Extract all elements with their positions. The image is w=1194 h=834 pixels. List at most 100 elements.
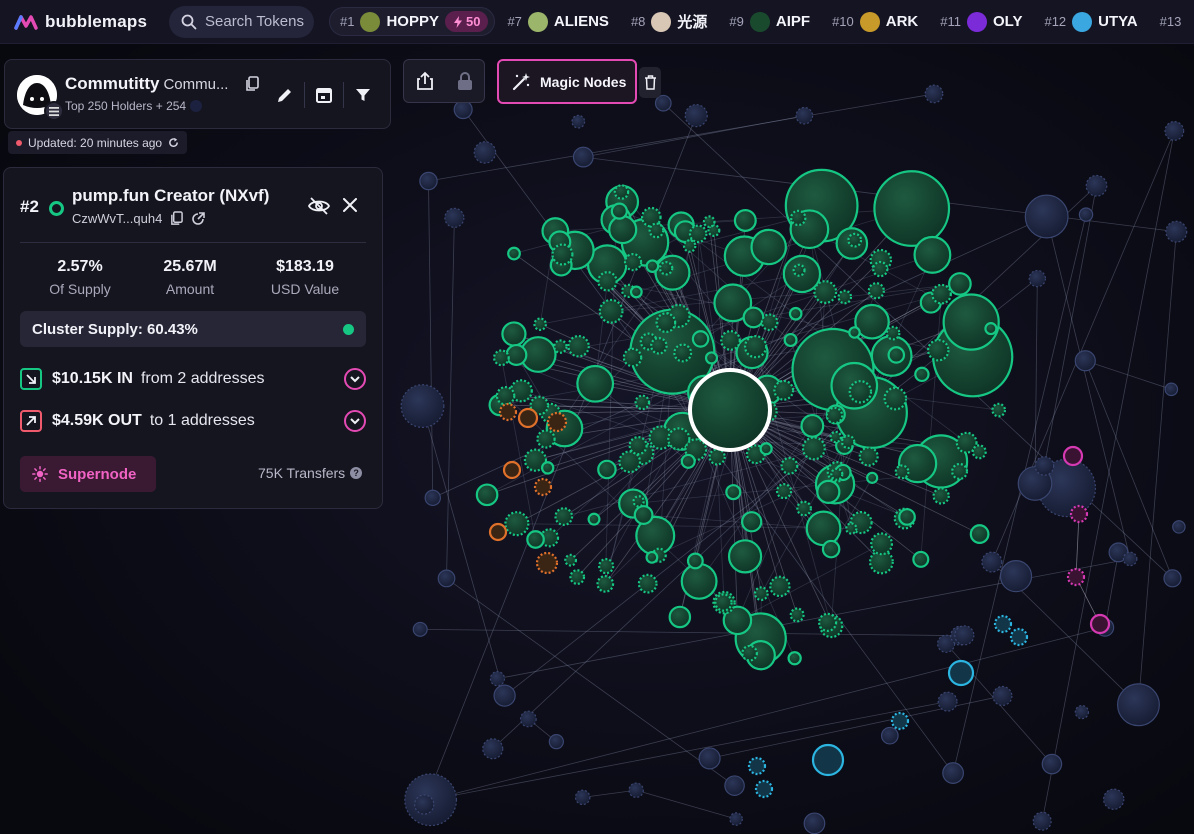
holder-bubble[interactable] bbox=[924, 84, 944, 104]
holder-bubble[interactable] bbox=[773, 379, 795, 401]
holder-bubble[interactable] bbox=[419, 171, 438, 191]
holder-bubble[interactable] bbox=[743, 335, 768, 359]
holder-bubble[interactable] bbox=[1041, 753, 1063, 775]
holder-bubble[interactable] bbox=[753, 586, 769, 602]
holder-bubble[interactable] bbox=[984, 322, 998, 336]
holder-bubble[interactable] bbox=[971, 444, 987, 460]
holder-bubble[interactable] bbox=[733, 208, 757, 232]
holder-bubble[interactable] bbox=[866, 471, 879, 484]
holder-bubble[interactable] bbox=[993, 614, 1013, 634]
holder-bubble[interactable] bbox=[414, 794, 435, 815]
holder-bubble[interactable] bbox=[492, 349, 510, 367]
holder-bubble[interactable] bbox=[637, 573, 658, 594]
holder-bubble[interactable] bbox=[1062, 445, 1084, 467]
holder-bubble[interactable] bbox=[567, 334, 590, 358]
holder-bubble[interactable] bbox=[1028, 269, 1047, 288]
holder-bubble[interactable] bbox=[759, 442, 773, 456]
holder-bubble[interactable] bbox=[913, 235, 952, 274]
ticker-item-aipf[interactable]: #9 AIPF bbox=[729, 11, 810, 32]
holder-bubble[interactable] bbox=[546, 411, 568, 433]
holder-bubble[interactable] bbox=[769, 575, 791, 598]
holder-bubble[interactable] bbox=[829, 430, 842, 444]
holder-bubble[interactable] bbox=[553, 339, 568, 354]
holder-bubble[interactable] bbox=[789, 607, 805, 623]
holder-bubble[interactable] bbox=[597, 459, 617, 480]
delete-button[interactable] bbox=[639, 67, 661, 98]
holder-bubble[interactable] bbox=[885, 325, 901, 341]
holder-bubble[interactable] bbox=[947, 659, 975, 687]
holder-bubble[interactable] bbox=[969, 524, 990, 544]
holder-bubble[interactable] bbox=[608, 215, 638, 245]
holder-bubble[interactable] bbox=[825, 406, 844, 425]
holder-bubble[interactable] bbox=[444, 207, 465, 228]
holder-bubble[interactable] bbox=[453, 100, 473, 120]
hide-eye-icon[interactable] bbox=[308, 197, 330, 215]
holder-bubble[interactable] bbox=[1034, 456, 1055, 476]
holder-bubble[interactable] bbox=[708, 448, 726, 466]
ticker-item-oly[interactable]: #11 OLY bbox=[940, 11, 1022, 32]
holder-bubble[interactable] bbox=[858, 446, 879, 467]
holder-bubble[interactable] bbox=[754, 779, 774, 799]
share-icon[interactable] bbox=[416, 71, 434, 91]
holder-bubble[interactable] bbox=[872, 260, 889, 278]
holder-bubble[interactable] bbox=[629, 285, 643, 299]
holder-bubble[interactable] bbox=[795, 106, 814, 125]
holder-bubble[interactable] bbox=[931, 283, 952, 305]
holder-bubble[interactable] bbox=[803, 812, 826, 834]
holder-bubble[interactable] bbox=[816, 479, 841, 504]
holder-bubble[interactable] bbox=[1163, 569, 1182, 588]
holder-bubble[interactable] bbox=[504, 511, 530, 537]
copy-icon[interactable] bbox=[170, 211, 184, 226]
holder-bubble[interactable] bbox=[760, 313, 779, 332]
holder-bubble[interactable] bbox=[741, 511, 763, 533]
holder-bubble[interactable] bbox=[688, 224, 708, 244]
ticker-item-utya[interactable]: #12 UTYA bbox=[1044, 11, 1138, 32]
holder-bubble[interactable] bbox=[548, 734, 564, 750]
holder-bubble[interactable] bbox=[684, 103, 708, 128]
holder-bubble[interactable] bbox=[954, 625, 975, 646]
holder-bubble[interactable] bbox=[488, 522, 508, 542]
holder-bubble[interactable] bbox=[622, 347, 643, 368]
holder-bubble[interactable] bbox=[597, 271, 618, 292]
holder-bubble[interactable] bbox=[783, 332, 798, 348]
holder-bubble[interactable] bbox=[702, 215, 716, 229]
holder-bubble[interactable] bbox=[704, 351, 719, 365]
holder-bubble[interactable] bbox=[787, 651, 802, 666]
holder-bubble[interactable] bbox=[658, 260, 674, 276]
holder-bubble[interactable] bbox=[818, 612, 838, 632]
holder-bubble[interactable] bbox=[489, 671, 506, 687]
holder-bubble[interactable] bbox=[1089, 613, 1111, 635]
holder-bubble[interactable] bbox=[942, 762, 964, 784]
holder-bubble[interactable] bbox=[698, 747, 721, 770]
supernode-button[interactable]: Supernode bbox=[20, 456, 156, 492]
holder-bubble[interactable] bbox=[645, 550, 659, 564]
holder-bubble[interactable] bbox=[999, 559, 1033, 593]
holder-bubble[interactable] bbox=[805, 510, 842, 547]
holder-bubble[interactable] bbox=[680, 453, 696, 469]
holder-bubble[interactable] bbox=[991, 402, 1007, 418]
holder-bubble[interactable] bbox=[883, 386, 908, 411]
expand-outflow-button[interactable] bbox=[344, 410, 366, 432]
holder-bubble[interactable] bbox=[628, 436, 648, 456]
holder-bubble[interactable] bbox=[535, 551, 559, 575]
holder-bubble[interactable] bbox=[1024, 194, 1069, 239]
holder-bubble[interactable] bbox=[845, 522, 858, 535]
brand-logo[interactable]: bubblemaps bbox=[14, 12, 159, 32]
holder-bubble[interactable] bbox=[870, 532, 894, 556]
close-icon[interactable] bbox=[343, 198, 357, 212]
holder-bubble[interactable] bbox=[848, 326, 861, 339]
holder-bubble[interactable] bbox=[811, 743, 845, 777]
ticker-item-hoppy[interactable]: #1 HOPPY 50 bbox=[329, 7, 496, 36]
holder-bubble[interactable] bbox=[533, 317, 547, 332]
holder-bubble[interactable] bbox=[691, 330, 710, 348]
holder-bubble[interactable] bbox=[729, 812, 743, 826]
cluster-supply-row[interactable]: Cluster Supply: 60.43% bbox=[20, 311, 366, 347]
holder-bubble[interactable] bbox=[618, 450, 642, 474]
ticker-item-guangyuan[interactable]: #8 光源 bbox=[631, 11, 707, 32]
holder-bubble[interactable] bbox=[507, 246, 521, 261]
holder-bubble[interactable] bbox=[519, 710, 537, 728]
holder-bubble[interactable] bbox=[725, 484, 742, 501]
holder-bubble[interactable] bbox=[894, 464, 910, 480]
holder-bubble[interactable] bbox=[571, 114, 586, 129]
holder-bubble[interactable] bbox=[505, 343, 528, 366]
